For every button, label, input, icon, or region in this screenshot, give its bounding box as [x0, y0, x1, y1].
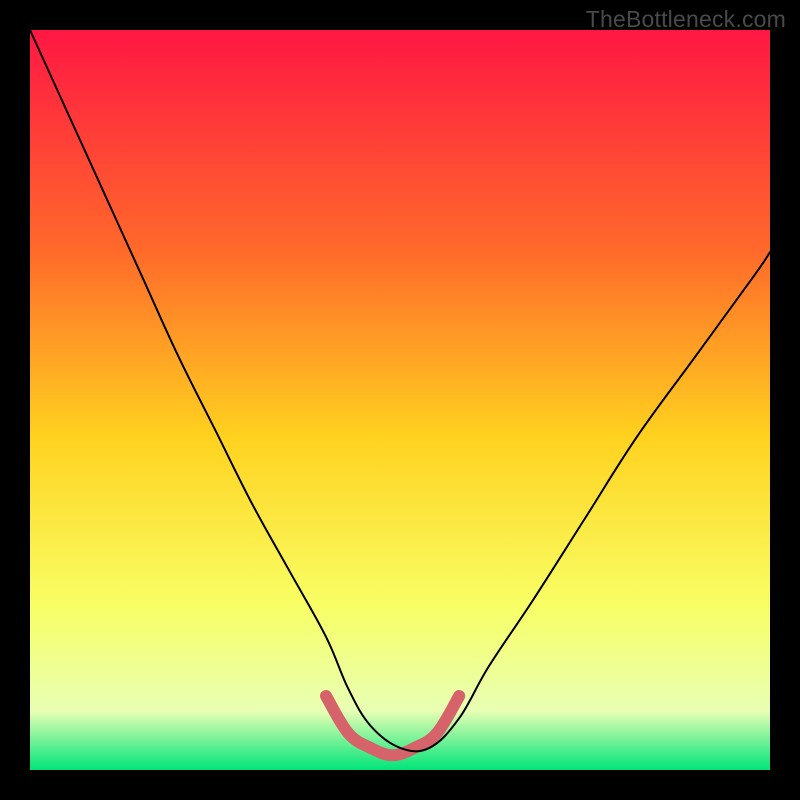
chart-frame: TheBottleneck.com [0, 0, 800, 800]
watermark-text: TheBottleneck.com [586, 6, 786, 33]
chart-background [30, 30, 770, 770]
bottleneck-chart [0, 0, 800, 800]
